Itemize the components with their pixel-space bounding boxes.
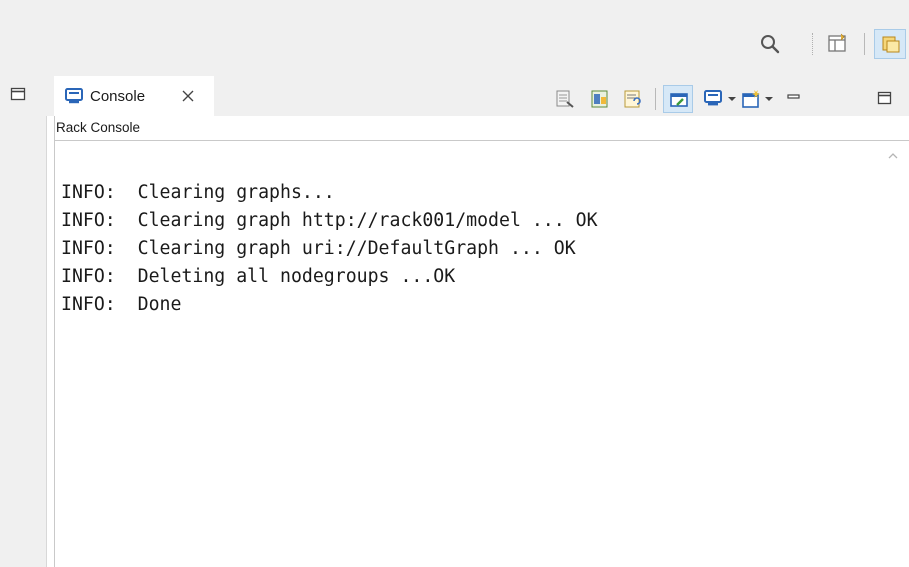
view-tab-row: Console [46,68,909,116]
console-line: INFO: Deleting all nodegroups ...OK [61,266,456,287]
console-output[interactable]: INFO: Clearing graphs... INFO: Clearing … [55,141,909,567]
console-lines: INFO: Clearing graphs... INFO: Clearing … [61,179,598,319]
maximize-icon[interactable] [877,88,893,110]
search-icon[interactable] [758,32,782,56]
console-view: Console Rack Console INFO: Clearing grap… [46,68,909,567]
tab-console[interactable]: Console [54,76,214,116]
pin-console-icon [670,93,688,107]
open-console-icon[interactable] [740,88,762,110]
scroll-up-icon[interactable] [886,151,900,161]
tab-label: Console [90,88,146,105]
console-line: INFO: Done [61,294,182,315]
toolbar-separator [864,33,865,55]
console-name: Rack Console [56,120,141,135]
active-perspective-button[interactable] [874,29,906,59]
open-perspective-icon[interactable] [826,32,850,56]
display-selected-console-icon[interactable] [702,88,724,110]
console-icon [65,88,83,104]
restore-icon[interactable] [10,86,26,102]
minimized-view-strip [0,68,47,567]
chevron-down-icon[interactable] [762,88,776,110]
close-icon[interactable] [179,87,197,105]
chevron-down-icon[interactable] [725,88,739,110]
minimize-icon[interactable] [786,88,802,110]
main-toolbar [0,0,909,68]
console-line: INFO: Clearing graphs... [61,182,335,203]
console-line: INFO: Clearing graph http://rack001/mode… [61,210,598,231]
toolbar-separator [655,88,656,110]
active-perspective-icon [882,36,900,53]
console-title-bar: Rack Console [54,116,909,141]
clear-console-icon[interactable] [554,88,576,110]
scroll-lock-icon[interactable] [589,88,611,110]
word-wrap-icon[interactable] [622,88,644,110]
console-line: INFO: Clearing graph uri://DefaultGraph … [61,238,576,259]
pin-console-button[interactable] [663,85,693,113]
toolbar-separator [812,33,814,55]
